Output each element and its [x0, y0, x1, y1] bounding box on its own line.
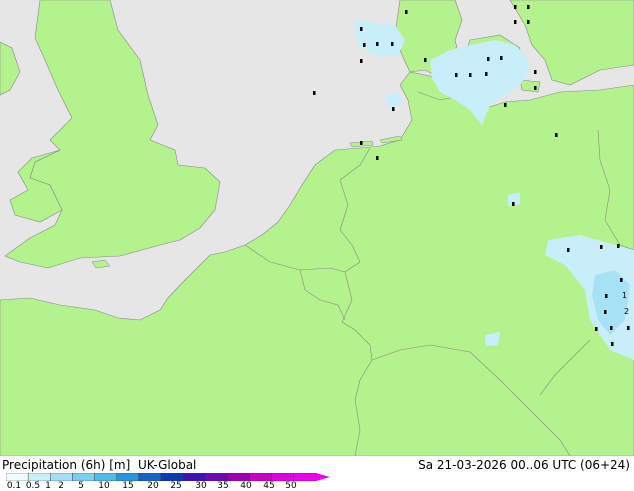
- scale-swatch: [205, 473, 228, 481]
- scale-swatch: [182, 473, 206, 481]
- color-scale-bar: [6, 473, 330, 481]
- scale-swatch: [94, 473, 117, 481]
- scale-swatch: [6, 473, 29, 481]
- scale-swatch: [160, 473, 184, 481]
- scale-swatch: [138, 473, 162, 481]
- scale-swatch: [271, 473, 295, 481]
- title-model: UK-Global: [137, 458, 197, 472]
- map-title: Precipitation (6h) [m] UK-Global: [2, 458, 196, 472]
- scale-swatch: [50, 473, 73, 481]
- scale-swatch: [116, 473, 140, 481]
- scale-arrow: [316, 473, 330, 481]
- footer: Precipitation (6h) [m] UK-Global Sa 21-0…: [0, 456, 634, 491]
- scale-swatch: [293, 473, 317, 481]
- scale-swatch: [227, 473, 250, 481]
- valid-time: Sa 21-03-2026 00..06 UTC (06+24): [418, 458, 630, 472]
- svg-text:2: 2: [624, 307, 629, 316]
- scale-swatch: [72, 473, 95, 481]
- precipitation-map: 1 2: [0, 0, 634, 456]
- scale-swatch: [27, 473, 51, 481]
- scale-swatch: [249, 473, 272, 481]
- svg-text:1: 1: [622, 291, 627, 300]
- title-variable: Precipitation (6h) [m]: [2, 458, 131, 472]
